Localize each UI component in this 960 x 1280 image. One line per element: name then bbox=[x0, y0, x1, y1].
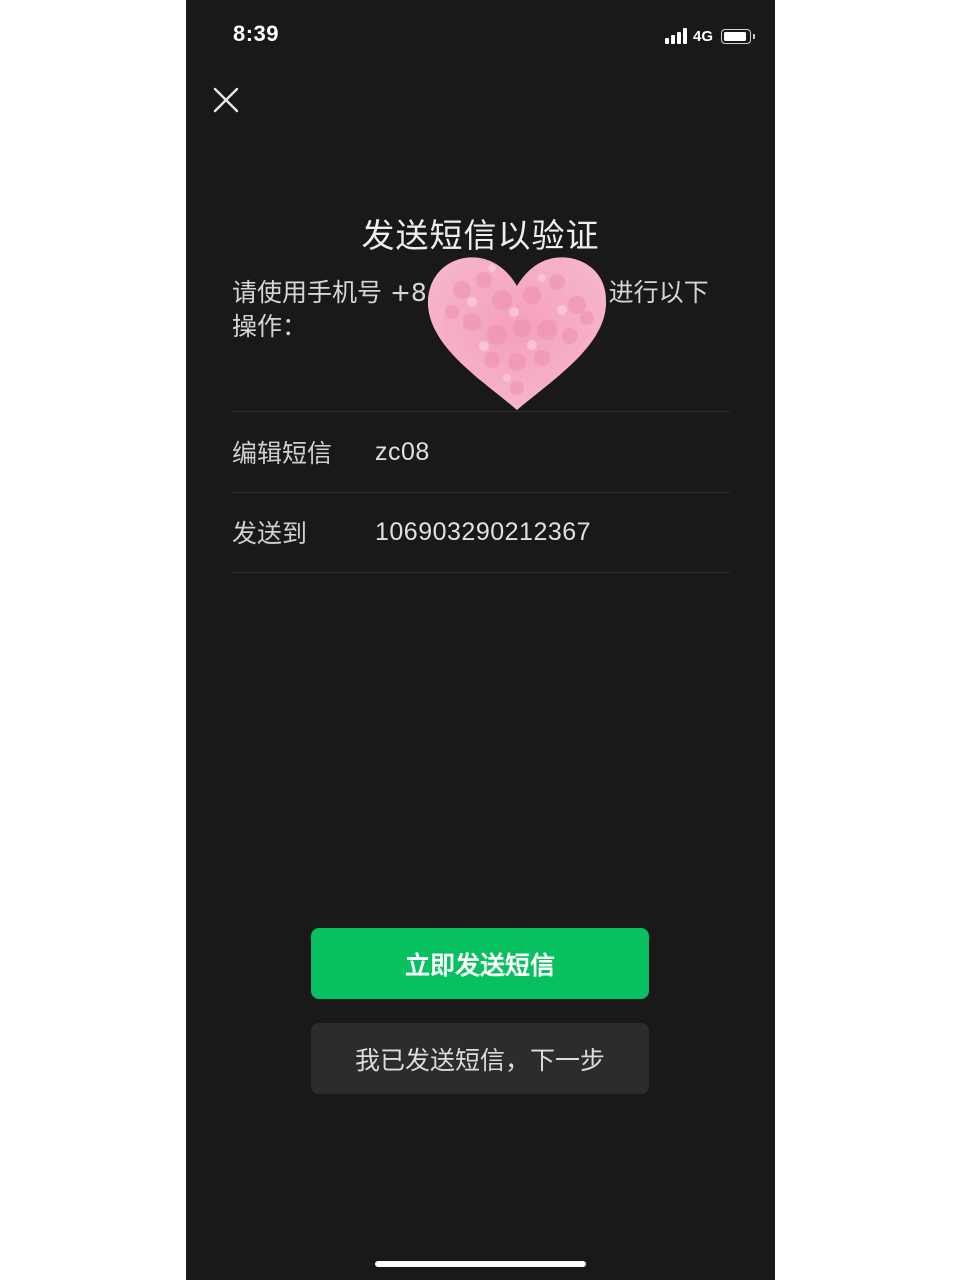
already-sent-next-button[interactable]: 我已发送短信，下一步 bbox=[311, 1023, 649, 1094]
sms-verification-screen: 8:39 4G 发送短信以验证 请使用手机号 +8 5 进行以下 操作： 编辑短… bbox=[186, 0, 775, 1280]
status-bar-right: 4G bbox=[664, 26, 755, 46]
battery-icon bbox=[721, 28, 755, 44]
send-sms-now-button[interactable]: 立即发送短信 bbox=[311, 928, 649, 999]
sms-content-value: zc08 bbox=[375, 437, 430, 466]
instruction-prefix: 请使用手机号 +8 bbox=[232, 278, 427, 307]
instruction-line2: 操作： bbox=[232, 312, 308, 341]
close-button[interactable] bbox=[212, 86, 240, 114]
heart-sticker-icon bbox=[427, 257, 607, 410]
sms-content-row: 编辑短信 zc08 bbox=[232, 412, 730, 493]
send-to-row: 发送到 106903290212367 bbox=[232, 492, 730, 573]
close-icon bbox=[213, 87, 239, 113]
send-to-number: 106903290212367 bbox=[375, 517, 592, 546]
cellular-signal-icon bbox=[664, 28, 687, 44]
send-to-label: 发送到 bbox=[232, 519, 308, 548]
home-indicator[interactable] bbox=[375, 1261, 586, 1267]
network-type: 4G bbox=[692, 27, 713, 45]
sms-content-label: 编辑短信 bbox=[232, 439, 333, 468]
status-time: 8:39 bbox=[233, 21, 280, 46]
